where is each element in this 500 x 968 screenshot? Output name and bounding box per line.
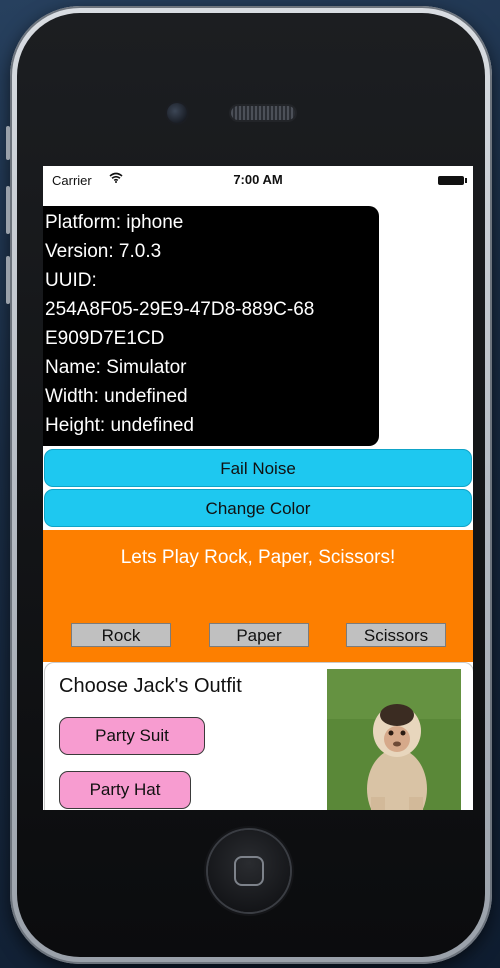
app-screen: Carrier 7:00 AM Platform: iphone Version… — [43, 166, 473, 810]
status-bar: Carrier 7:00 AM — [43, 166, 473, 194]
front-camera-icon — [167, 103, 187, 123]
info-uuid-label: UUID: — [45, 270, 97, 291]
earpiece-speaker-icon — [231, 106, 295, 120]
info-platform: Platform: iphone — [45, 212, 184, 233]
volume-up-button — [6, 186, 10, 234]
fail-noise-button[interactable]: Fail Noise — [44, 449, 472, 487]
rps-title: Lets Play Rock, Paper, Scissors! — [120, 547, 396, 568]
paper-button[interactable]: Paper — [209, 623, 309, 647]
scissors-button[interactable]: Scissors — [346, 623, 446, 647]
outfit-title: Choose Jack's Outfit — [59, 675, 242, 697]
info-name: Name: Simulator — [45, 357, 187, 378]
volume-down-button — [6, 256, 10, 304]
home-button[interactable] — [208, 830, 290, 912]
change-color-button[interactable]: Change Color — [44, 489, 472, 527]
monkey-photo-icon — [327, 669, 461, 810]
party-suit-button[interactable]: Party Suit — [59, 717, 205, 755]
info-uuid-value-1: 254A8F05-29E9-47D8-889C-68 — [45, 299, 315, 320]
info-height: Height: undefined — [45, 415, 194, 436]
info-width: Width: undefined — [45, 386, 188, 407]
device-info-panel: Platform: iphone Version: 7.0.3 UUID: 25… — [43, 206, 379, 446]
rock-paper-scissors-panel: Lets Play Rock, Paper, Scissors! Rock Pa… — [43, 530, 473, 662]
outfit-panel: Choose Jack's Outfit Party Suit Party Ha… — [44, 662, 473, 810]
battery-icon — [438, 176, 467, 185]
info-version: Version: 7.0.3 — [45, 241, 162, 262]
mute-switch — [6, 126, 10, 160]
rock-button[interactable]: Rock — [71, 623, 171, 647]
home-square-icon — [234, 856, 264, 886]
status-time: 7:00 AM — [233, 172, 283, 187]
info-uuid-value-2: E909D7E1CD — [45, 328, 165, 349]
party-hat-button[interactable]: Party Hat — [59, 771, 191, 809]
